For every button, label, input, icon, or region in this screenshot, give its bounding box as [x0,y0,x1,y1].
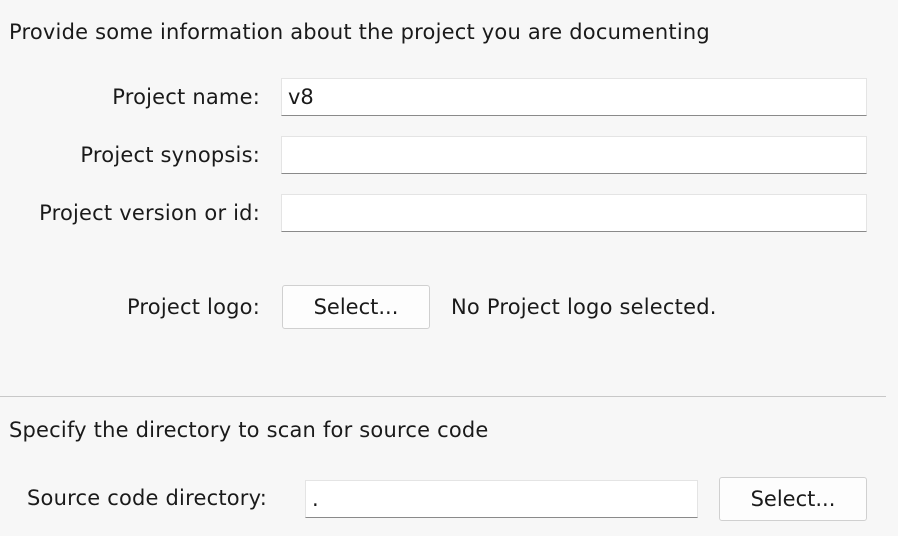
section-divider [0,396,886,397]
source-section-title: Specify the directory to scan for source… [9,418,489,442]
source-directory-input[interactable] [305,480,698,518]
project-logo-label: Project logo: [126,295,260,319]
project-synopsis-label: Project synopsis: [80,143,260,167]
project-name-input[interactable] [281,78,867,116]
logo-status-text: No Project logo selected. [451,295,717,319]
source-directory-label: Source code directory: [27,486,268,510]
select-logo-button[interactable]: Select... [282,285,430,329]
project-section-title: Provide some information about the proje… [9,20,710,44]
project-version-label: Project version or id: [39,201,260,225]
project-version-input[interactable] [281,194,867,232]
project-name-label: Project name: [112,85,260,109]
project-synopsis-input[interactable] [281,136,867,174]
select-directory-button[interactable]: Select... [719,477,867,521]
